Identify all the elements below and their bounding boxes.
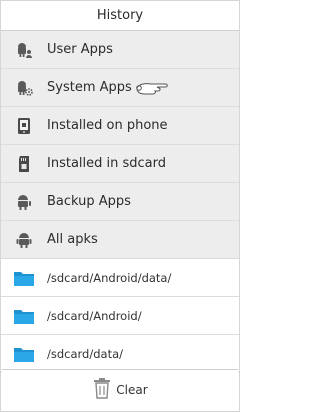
history-folder-item[interactable]: /sdcard/data/ xyxy=(1,335,239,373)
dialog-title: History xyxy=(1,1,239,31)
folder-icon xyxy=(1,297,47,335)
history-item-label: Installed in sdcard xyxy=(47,156,167,171)
sdcard-icon xyxy=(1,145,47,183)
android-icon xyxy=(1,221,47,259)
android-gear-icon xyxy=(1,69,47,107)
history-dialog: History User Apps System Apps Installed … xyxy=(0,0,240,412)
phone-icon xyxy=(1,107,47,145)
history-folder-item[interactable]: /sdcard/Android/data/ xyxy=(1,259,239,297)
history-item-label: User Apps xyxy=(47,42,113,57)
history-item-installed-on-phone[interactable]: Installed on phone xyxy=(1,107,239,145)
folder-path-label: /sdcard/Android/data/ xyxy=(47,270,172,285)
history-item-all-apks[interactable]: All apks xyxy=(1,221,239,259)
history-item-label: Backup Apps xyxy=(47,194,131,209)
hand-pointer-icon xyxy=(135,79,171,101)
history-item-label: Installed on phone xyxy=(47,118,168,133)
android-person-icon xyxy=(1,31,47,69)
history-item-label: System Apps xyxy=(47,80,132,95)
history-item-label: All apks xyxy=(47,232,98,247)
trash-icon xyxy=(92,377,112,403)
folder-path-label: /sdcard/Android/ xyxy=(47,308,142,323)
clear-button-label: Clear xyxy=(116,383,148,397)
history-folder-item[interactable]: /sdcard/Android/ xyxy=(1,297,239,335)
history-item-system-apps[interactable]: System Apps xyxy=(1,69,239,107)
folder-icon xyxy=(1,335,47,373)
clear-button[interactable]: Clear xyxy=(2,369,238,410)
folder-icon xyxy=(1,259,47,297)
history-item-installed-in-sdcard[interactable]: Installed in sdcard xyxy=(1,145,239,183)
folder-path-label: /sdcard/data/ xyxy=(47,346,124,361)
history-item-backup-apps[interactable]: Backup Apps xyxy=(1,183,239,221)
history-item-user-apps[interactable]: User Apps xyxy=(1,31,239,69)
android-backup-icon xyxy=(1,183,47,221)
